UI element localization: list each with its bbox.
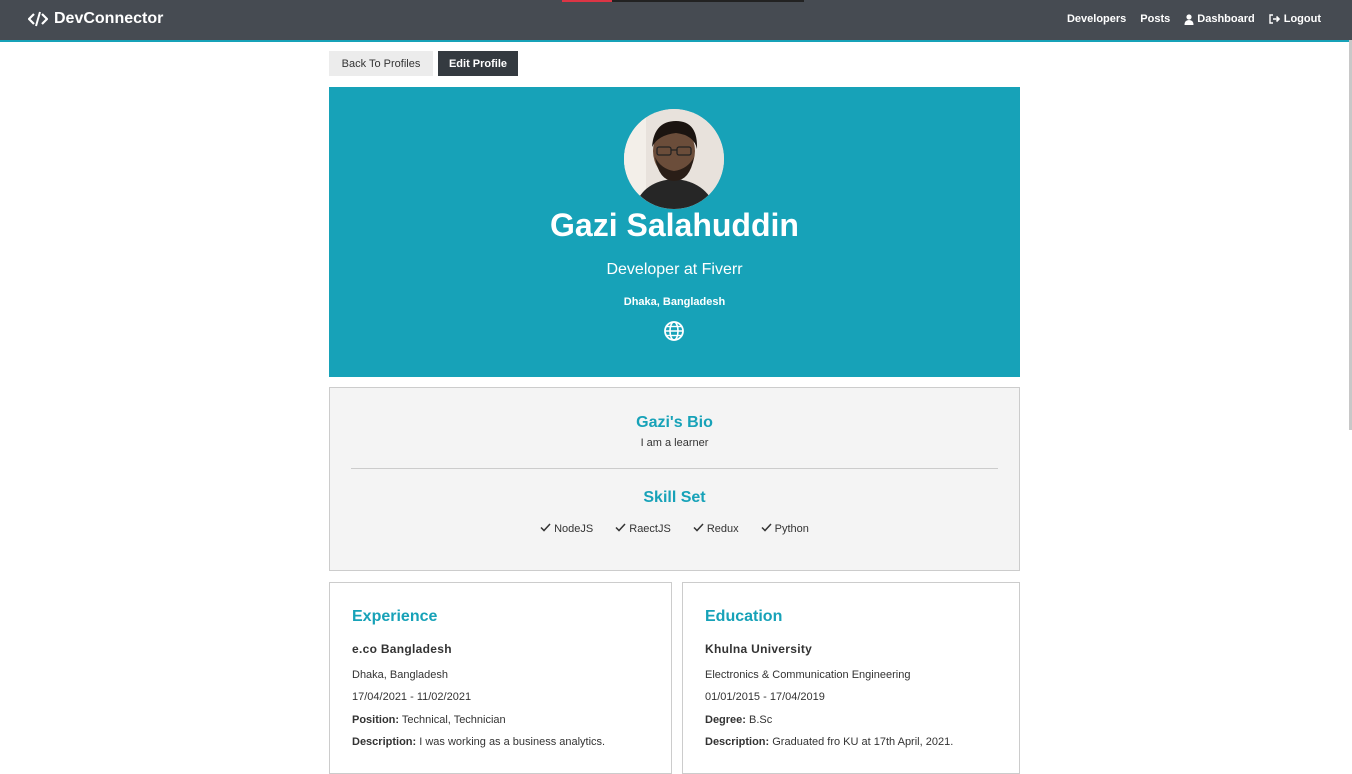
nav-dashboard-link[interactable]: Dashboard [1184, 13, 1255, 25]
skill-item: RaectJS [615, 523, 671, 535]
education-school: Khulna University [705, 642, 813, 656]
check-icon [761, 523, 772, 535]
nav-posts-label: Posts [1140, 13, 1171, 25]
nav-posts-link[interactable]: Posts [1140, 13, 1170, 25]
skill-label: NodeJS [554, 523, 594, 535]
navbar: DevConnector Developers Posts Dashboard [0, 0, 1352, 42]
experience-company: e.co Bangladesh [352, 642, 452, 656]
education-dates: 01/01/2015 - 17/04/2019 [705, 691, 825, 703]
education-field: Electronics & Communication Engineering [705, 669, 911, 681]
position-label: Position: [352, 714, 400, 726]
degree-value: B.Sc [749, 714, 773, 726]
education-card: Education Khulna University Electronics … [682, 582, 1020, 774]
degree-label: Degree: [705, 714, 746, 726]
experience-card: Experience e.co Bangladesh Dhaka, Bangla… [329, 582, 672, 774]
description-value: Graduated fro KU at 17th April, 2021. [772, 736, 954, 748]
nav-logout-link[interactable]: Logout [1269, 13, 1321, 25]
profile-status: Developer at Fiverr [606, 261, 743, 278]
description-value: I was working as a business analytics. [419, 736, 606, 748]
check-icon [693, 523, 704, 535]
experience-position: Position: Technical, Technician [352, 714, 506, 726]
avatar [624, 109, 724, 209]
skill-label: RaectJS [629, 523, 671, 535]
sign-out-icon [1269, 14, 1281, 24]
nav-logout-label: Logout [1283, 13, 1321, 25]
user-icon [1184, 13, 1194, 25]
profile-name: Gazi Salahuddin [550, 207, 799, 243]
skill-label: Python [774, 523, 809, 535]
education-degree: Degree: B.Sc [705, 714, 772, 726]
divider [351, 468, 998, 469]
experience-description: Description: I was working as a business… [352, 736, 605, 748]
education-description: Description: Graduated fro KU at 17th Ap… [705, 736, 953, 748]
profile-about: Gazi's Bio I am a learner Skill Set Node… [329, 387, 1020, 571]
loading-bar [562, 0, 804, 2]
nav-developers-label: Developers [1066, 13, 1127, 25]
check-icon [540, 523, 551, 535]
code-icon [28, 11, 48, 27]
brand-link[interactable]: DevConnector [28, 10, 163, 28]
bio-text: I am a learner [640, 437, 709, 449]
education-title: Education [705, 608, 783, 625]
nav-dashboard-label: Dashboard [1197, 13, 1255, 25]
skill-label: Redux [706, 523, 739, 535]
skill-item: NodeJS [540, 523, 593, 535]
skill-item: Python [761, 523, 809, 535]
description-label: Description: [352, 736, 417, 748]
bio-title: Gazi's Bio [636, 414, 713, 431]
profile-location: Dhaka, Bangladesh [623, 296, 726, 308]
skill-set-title: Skill Set [643, 489, 706, 506]
back-to-profiles-button[interactable]: Back To Profiles [329, 51, 433, 76]
globe-icon[interactable] [664, 321, 684, 346]
description-label: Description: [705, 736, 770, 748]
profile-header: Gazi Salahuddin Developer at Fiverr Dhak… [329, 87, 1020, 377]
position-value: Technical, Technician [401, 714, 506, 726]
experience-title: Experience [352, 608, 438, 625]
skill-list: NodeJS RaectJS Redux Python [330, 523, 1019, 535]
experience-location: Dhaka, Bangladesh [352, 669, 449, 681]
skill-item: Redux [693, 523, 739, 535]
nav-links: Developers Posts Dashboard Logout [1067, 13, 1321, 25]
check-icon [615, 523, 626, 535]
brand-name: DevConnector [54, 10, 164, 27]
nav-developers-link[interactable]: Developers [1067, 13, 1126, 25]
experience-dates: 17/04/2021 - 11/02/2021 [352, 691, 472, 703]
edit-profile-button[interactable]: Edit Profile [438, 51, 518, 76]
